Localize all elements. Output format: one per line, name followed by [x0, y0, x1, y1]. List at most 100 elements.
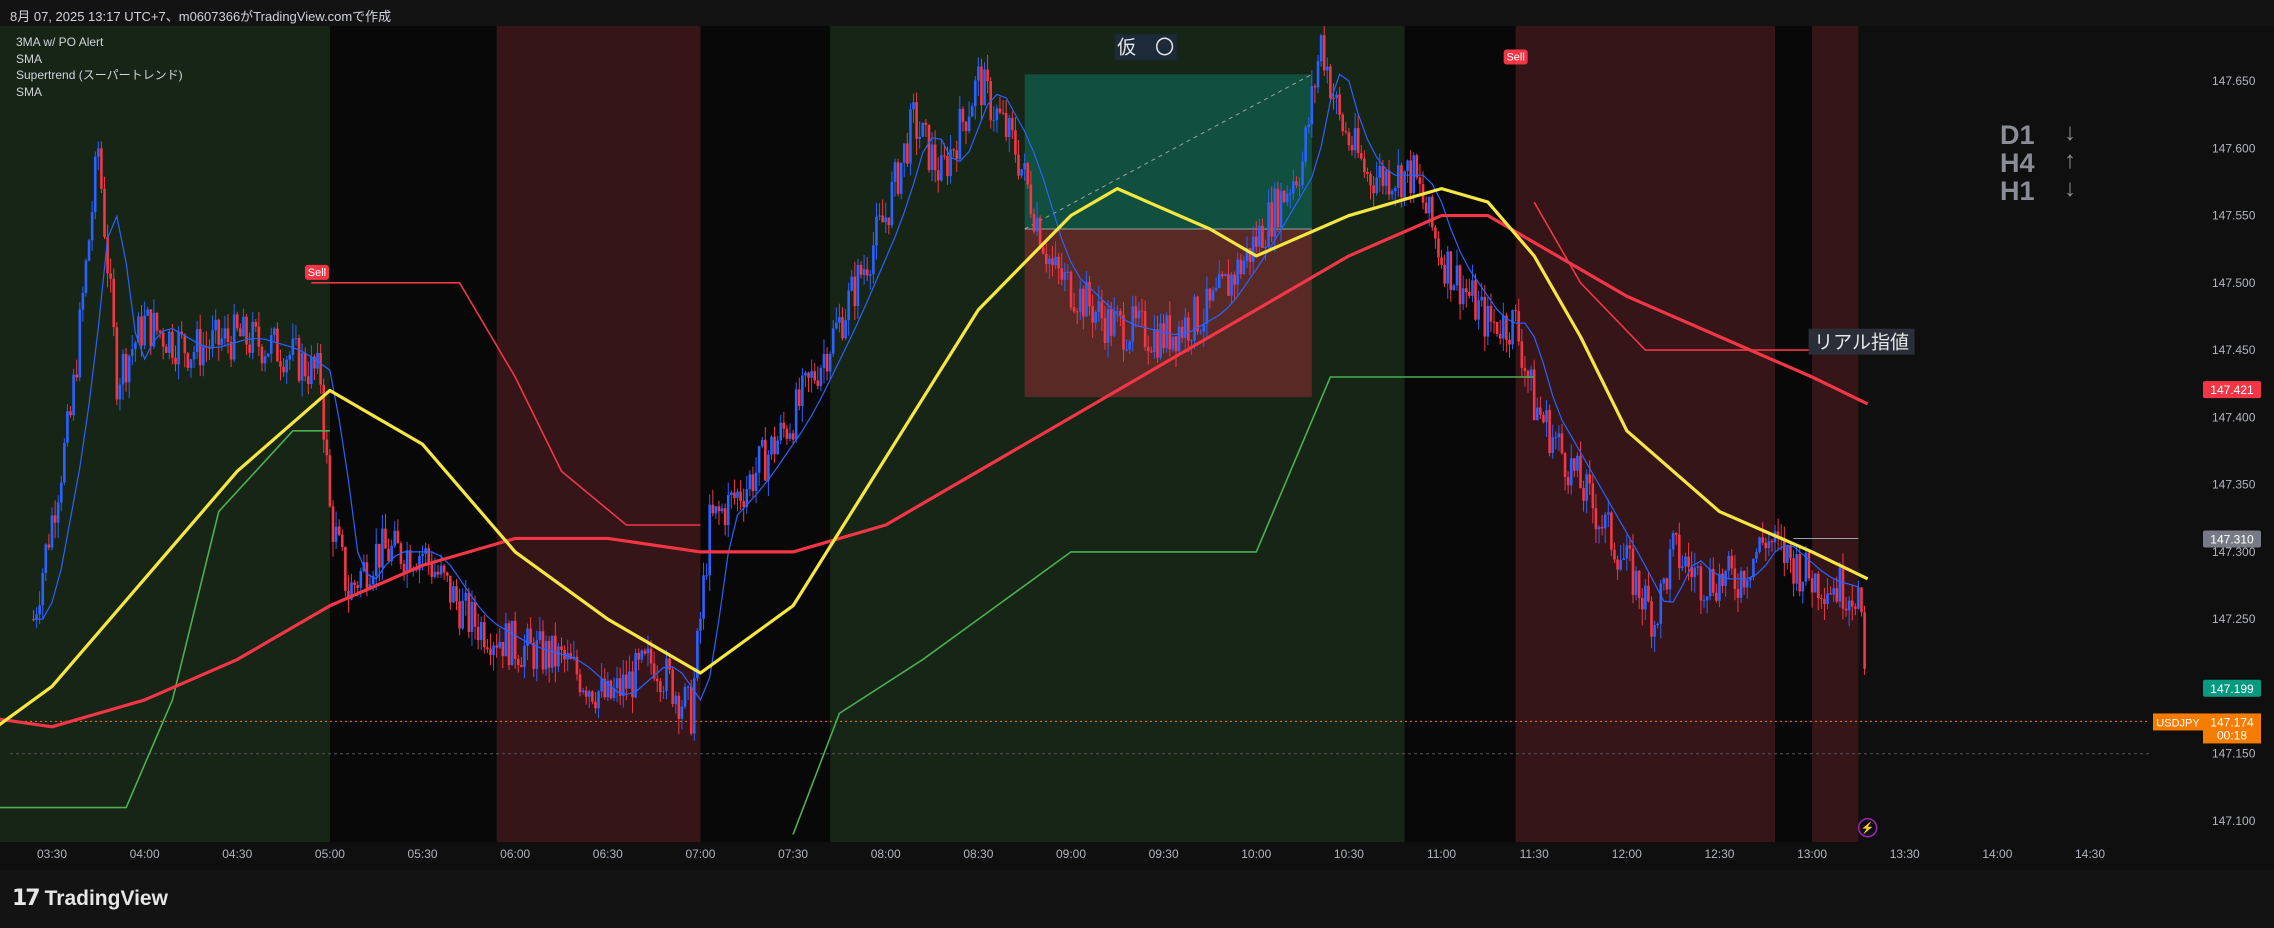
candle-body: [767, 454, 770, 481]
price-tag-grey: 147.310: [2210, 532, 2254, 546]
candle-body: [723, 508, 727, 526]
sell-signal-label: Sell: [308, 267, 326, 279]
candle-body: [1048, 258, 1051, 264]
candle-body: [973, 80, 977, 107]
legend-item[interactable]: SMA: [16, 84, 183, 101]
candle-body: [356, 585, 359, 588]
candle-body: [1480, 296, 1483, 301]
candle-body: [421, 553, 424, 557]
candle-body: [912, 102, 915, 110]
candle-body: [1573, 458, 1576, 471]
candle-body: [1625, 545, 1629, 559]
candle-body: [359, 571, 363, 588]
price-chart[interactable]: Sell Sell 仮 〇リアル指値 ⚡ 147.650 147.600 147.550 14…: [0, 26, 2274, 870]
candle-body: [1369, 173, 1372, 186]
candle-body: [1078, 288, 1082, 312]
x-tick-label: 14:00: [1982, 847, 2012, 861]
candle-body: [748, 474, 752, 490]
timeframe-h4: H4: [2000, 148, 2035, 178]
candle-body: [671, 669, 674, 705]
candle-body: [1863, 612, 1866, 669]
candle-body: [155, 312, 159, 331]
candle-body: [1366, 172, 1369, 174]
candle-body: [1486, 305, 1490, 337]
candle-body: [1224, 274, 1227, 277]
candle-body: [1591, 483, 1595, 509]
candle-body: [924, 122, 928, 125]
candle-body: [263, 356, 267, 364]
candle-body: [946, 155, 949, 177]
x-tick-label: 10:00: [1241, 847, 1271, 861]
candle-body: [949, 149, 952, 177]
candle-body: [513, 620, 517, 659]
candle-body: [788, 433, 792, 439]
candle-body: [686, 686, 690, 688]
candle-body: [804, 372, 807, 376]
candle-body: [1545, 410, 1548, 423]
candle-body: [87, 240, 91, 261]
candle-body: [1520, 341, 1524, 368]
candle-body: [1264, 246, 1267, 248]
candle-body: [1477, 300, 1480, 320]
candle-body: [726, 494, 730, 526]
candle-body: [269, 335, 273, 354]
candle-body: [1363, 158, 1366, 173]
candle-body: [1140, 310, 1144, 312]
x-tick-label: 04:30: [222, 847, 252, 861]
legend-item[interactable]: SMA: [16, 51, 183, 68]
candle-body: [1606, 512, 1610, 515]
candle-body: [1650, 601, 1653, 637]
candle-body: [1180, 326, 1184, 338]
candle-body: [782, 422, 786, 429]
candle-body: [736, 491, 739, 498]
x-tick-label: 07:30: [778, 847, 808, 861]
candle-body: [245, 316, 248, 345]
candle-body: [1440, 257, 1443, 265]
legend-item[interactable]: 3MA w/ PO Alert: [16, 34, 183, 51]
candle-body: [819, 367, 823, 386]
candle-body: [1409, 160, 1412, 194]
candle-body: [967, 116, 971, 131]
candle-body: [628, 671, 631, 689]
legend-item[interactable]: Supertrend (スーパートレンド): [16, 67, 183, 84]
candle-body: [544, 641, 548, 670]
candle-body: [310, 356, 313, 385]
x-tick-label: 14:30: [2075, 847, 2105, 861]
candle-body: [520, 664, 523, 668]
candle-body: [584, 690, 588, 697]
candle-body: [1109, 309, 1113, 336]
candle-body: [1511, 310, 1514, 345]
candle-body: [1829, 593, 1832, 595]
candle-body: [282, 366, 285, 373]
candle-body: [881, 215, 884, 223]
candle-body: [1372, 185, 1375, 194]
chart-header: 8月 07, 2025 13:17 UTC+7、m0607366がTrading…: [0, 0, 2274, 26]
candle-body: [442, 565, 446, 573]
candle-body: [1560, 433, 1564, 454]
candle-body: [1854, 606, 1857, 609]
candle-body: [862, 269, 866, 275]
candle-body: [909, 109, 912, 164]
candle-body: [489, 649, 492, 656]
candle-body: [325, 439, 329, 456]
candle-body: [381, 528, 384, 568]
candle-body: [109, 273, 112, 279]
candle-body: [1397, 165, 1400, 188]
candle-body: [1418, 177, 1422, 185]
candle-body: [1582, 488, 1585, 501]
x-tick-label: 05:30: [408, 847, 438, 861]
candle-body: [56, 502, 60, 523]
candle-body: [300, 352, 304, 381]
y-tick-label: 147.100: [2212, 814, 2256, 828]
candle-body: [1230, 274, 1233, 296]
candle-body: [1832, 588, 1836, 595]
candle-body: [1850, 600, 1854, 607]
candle-body: [1183, 317, 1187, 338]
candle-body: [279, 361, 282, 367]
candle-body: [1857, 587, 1860, 609]
y-tick-label: 147.550: [2212, 209, 2256, 223]
candle-body: [875, 216, 878, 246]
tradingview-logo[interactable]: 17 TradingView: [12, 886, 168, 911]
candle-body: [1755, 551, 1758, 559]
candle-body: [1288, 193, 1292, 195]
